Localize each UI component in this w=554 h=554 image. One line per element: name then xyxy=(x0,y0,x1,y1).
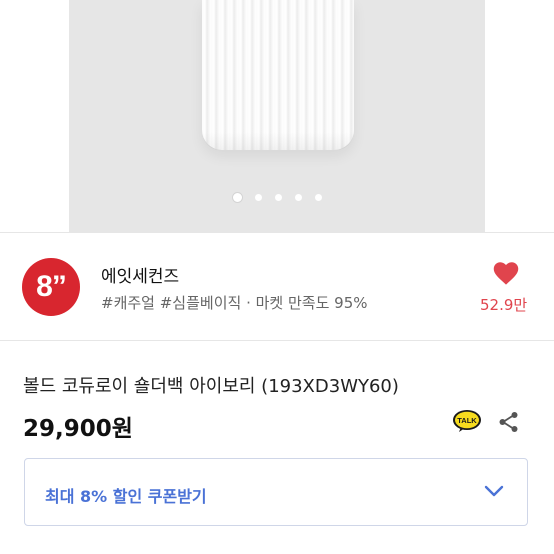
carousel-dot[interactable] xyxy=(232,193,242,202)
coupon-button[interactable]: 최대 8% 할인 쿠폰받기 xyxy=(24,458,528,526)
carousel-dot[interactable] xyxy=(314,194,322,201)
kakao-talk-icon[interactable]: TALK xyxy=(452,409,482,433)
carousel-dot[interactable] xyxy=(274,194,282,201)
carousel-dots xyxy=(69,193,485,202)
bag-image xyxy=(202,0,354,150)
coupon-label: 최대 8% 할인 쿠폰받기 xyxy=(45,487,207,506)
product-price: 29,900원 xyxy=(23,416,133,442)
heart-icon[interactable] xyxy=(492,260,520,286)
product-gallery[interactable] xyxy=(0,0,554,232)
seller-avatar[interactable]: 8” xyxy=(22,258,80,316)
seller-name[interactable]: 에잇세컨즈 xyxy=(101,262,179,287)
seller-avatar-text: 8” xyxy=(36,270,67,303)
product-image[interactable] xyxy=(69,0,485,232)
seller-tags: #캐주얼 #심플베이직 · 마켓 만족도 95% xyxy=(101,294,368,312)
carousel-dot[interactable] xyxy=(254,194,262,201)
kakao-talk-label: TALK xyxy=(457,416,477,425)
like-count: 52.9만 xyxy=(480,296,528,314)
share-icon[interactable] xyxy=(497,410,521,434)
product-title: 볼드 코듀로이 숄더백 아이보리 (193XD3WY60) xyxy=(23,376,399,397)
divider xyxy=(0,340,554,341)
carousel-dot[interactable] xyxy=(294,194,302,201)
divider xyxy=(0,232,554,233)
chevron-down-icon xyxy=(484,485,504,497)
